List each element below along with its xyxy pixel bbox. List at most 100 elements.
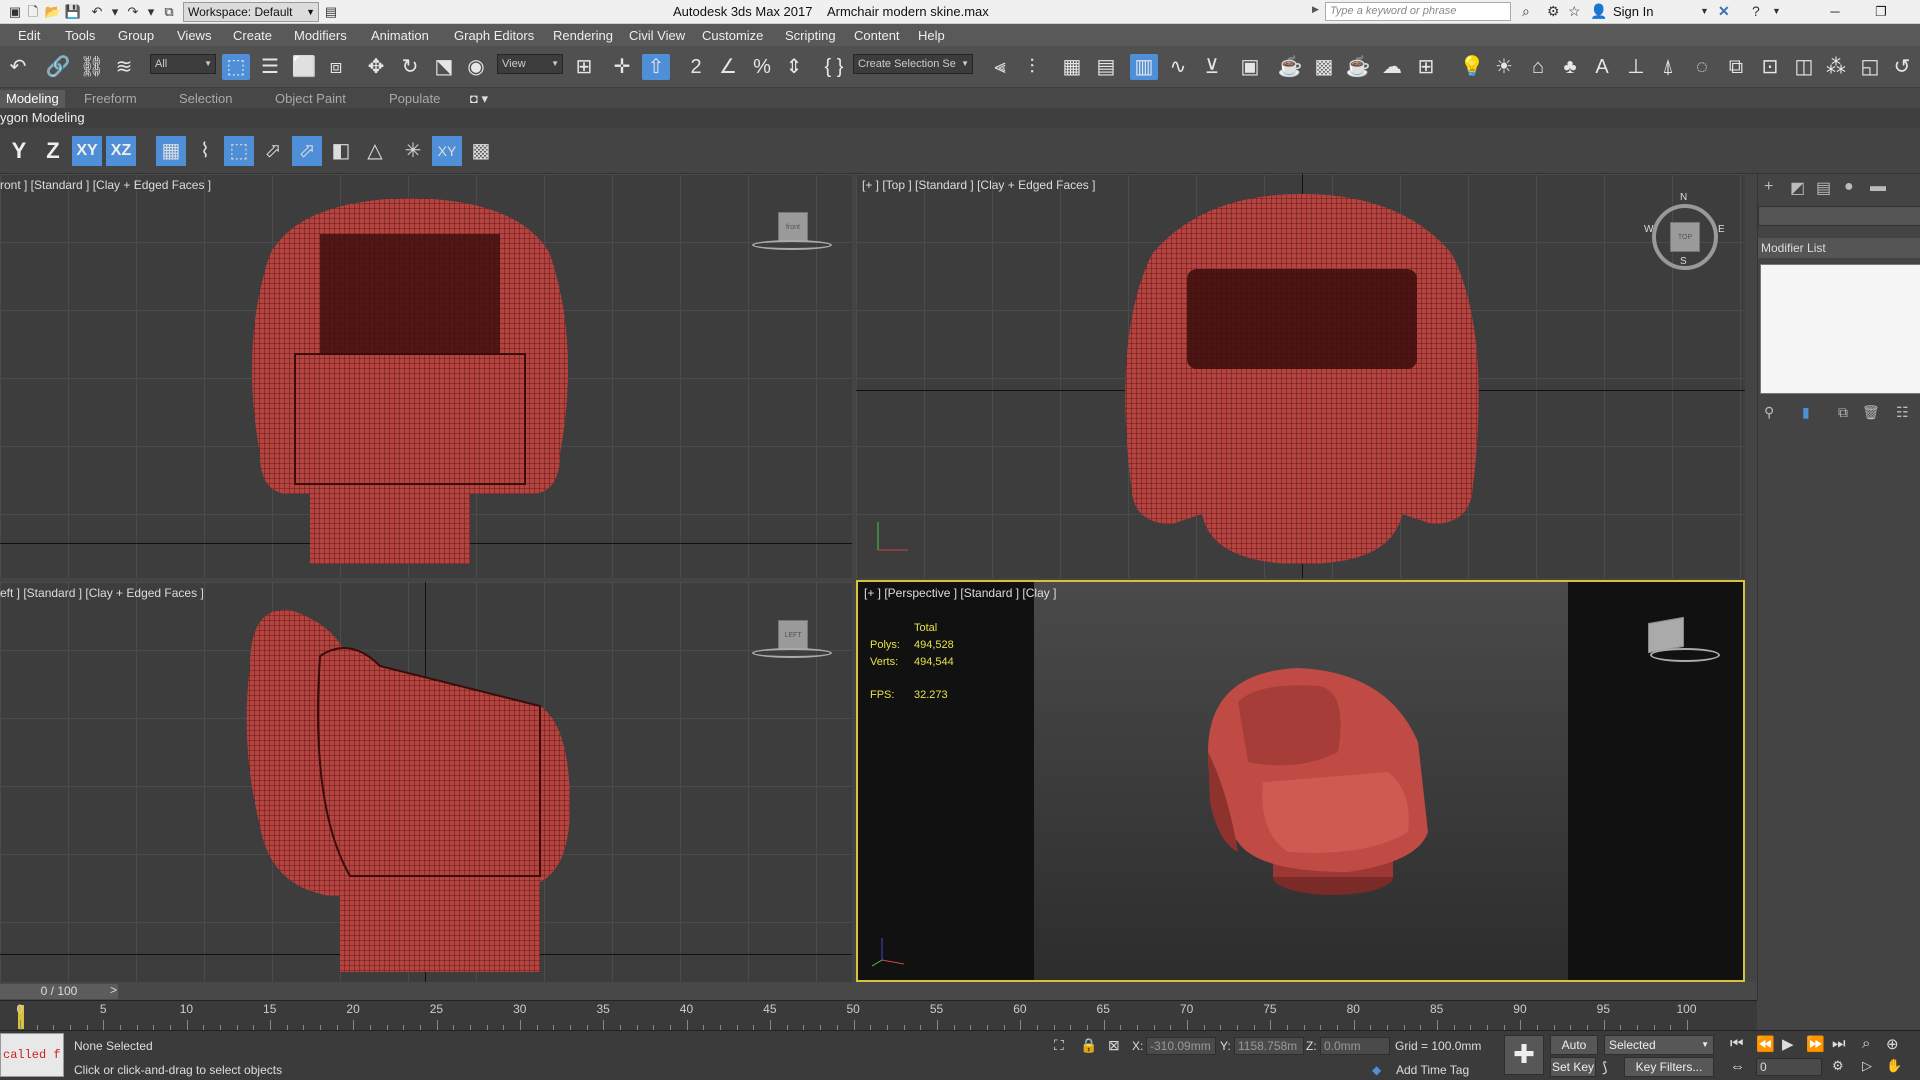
current-frame-field[interactable]: 0: [1756, 1058, 1822, 1076]
tab-freeform[interactable]: Freeform: [84, 90, 137, 108]
subscription-icon[interactable]: ⚙: [1547, 3, 1560, 20]
zoom-all-icon[interactable]: ⊕: [1886, 1035, 1899, 1053]
add-time-tag-button[interactable]: Add Time Tag: [1396, 1063, 1469, 1077]
angle-snap-icon[interactable]: ∠: [714, 54, 742, 80]
render-in-cloud-icon[interactable]: ☁: [1378, 54, 1406, 80]
axis-z-button[interactable]: Z: [38, 136, 68, 166]
select-and-manipulate-icon[interactable]: ✛: [608, 54, 636, 80]
hierarchy-tab-icon[interactable]: ▤: [1816, 178, 1831, 198]
menu-create[interactable]: Create: [233, 28, 272, 43]
viewport-top[interactable]: [+ ] [Top ] [Standard ] [Clay + Edged Fa…: [856, 174, 1745, 578]
named-selection-set-dropdown[interactable]: Create Selection Se ▼: [853, 54, 973, 74]
redo-icon[interactable]: ↷: [124, 3, 142, 20]
time-configuration-icon[interactable]: ⚙: [1832, 1058, 1844, 1074]
z-coordinate-field[interactable]: 0.0mm: [1320, 1037, 1390, 1055]
render-presets-icon[interactable]: ⊞: [1412, 54, 1440, 80]
window-crossing-icon[interactable]: ⧈: [322, 54, 350, 80]
time-slider[interactable]: 0 / 100: [0, 984, 118, 999]
app-menu-icon[interactable]: ▣: [6, 3, 24, 20]
axis-y-button[interactable]: Y: [4, 136, 34, 166]
group-icon[interactable]: ⁂: [1822, 54, 1850, 80]
menu-views[interactable]: Views: [177, 28, 211, 43]
snap-endpoint-icon[interactable]: ◧: [326, 136, 356, 166]
minimize-button[interactable]: ─: [1812, 0, 1858, 24]
render-region-icon[interactable]: ◫: [1790, 54, 1818, 80]
viewcube[interactable]: front: [778, 212, 808, 242]
walk-through-icon[interactable]: ▷: [1862, 1058, 1872, 1074]
toggle-ribbon-icon[interactable]: ▥: [1130, 54, 1158, 80]
modifier-list-dropdown[interactable]: Modifier List: [1758, 238, 1920, 258]
absolute-mode-icon[interactable]: ⊠: [1108, 1037, 1120, 1054]
unlink-icon[interactable]: ⛓: [78, 54, 106, 80]
tab-object-paint[interactable]: Object Paint: [275, 90, 346, 108]
menu-customize[interactable]: Customize: [702, 28, 763, 43]
zoom-icon[interactable]: ⌕: [1862, 1035, 1870, 1052]
chevron-down-icon[interactable]: ▼: [1772, 6, 1781, 16]
remove-modifier-icon[interactable]: 🗑: [1862, 404, 1880, 421]
play-icon[interactable]: ▶: [1782, 1035, 1794, 1053]
key-set-dropdown[interactable]: Selected ▼: [1604, 1035, 1714, 1055]
ribbon-options-icon[interactable]: ◘ ▾: [470, 90, 488, 108]
display-tab-icon[interactable]: ▬: [1870, 178, 1886, 196]
curve-editor-icon[interactable]: ∿: [1164, 54, 1192, 80]
ruler-icon[interactable]: ⊥: [1622, 54, 1650, 80]
edit-named-selection-icon[interactable]: { }: [820, 54, 848, 80]
workspace-dropdown[interactable]: Workspace: Default ▼: [183, 2, 319, 22]
undo-icon[interactable]: ↶: [88, 3, 106, 20]
open-file-icon[interactable]: 📂: [44, 3, 62, 20]
isolate-selection-icon[interactable]: ⛶: [1054, 1037, 1064, 1054]
snap-grid-icon[interactable]: ▦: [156, 136, 186, 166]
viewport-label[interactable]: [+ ] [Top ] [Standard ] [Clay + Edged Fa…: [862, 178, 1095, 192]
next-frame-button[interactable]: >: [110, 983, 117, 997]
y-coordinate-field[interactable]: 1158.758m: [1234, 1037, 1304, 1055]
go-to-end-icon[interactable]: ⏭: [1832, 1035, 1846, 1052]
viewport-icon[interactable]: ⧉: [1722, 54, 1750, 80]
viewcube-ring[interactable]: [752, 240, 832, 250]
viewport-label[interactable]: eft ] [Standard ] [Clay + Edged Faces ]: [0, 586, 204, 600]
rendered-frame-window-icon[interactable]: ▩: [1310, 54, 1338, 80]
maxscript-listener[interactable]: called f: [0, 1033, 64, 1077]
next-frame-icon[interactable]: ⏩: [1806, 1035, 1825, 1053]
select-by-name-icon[interactable]: ☰: [256, 54, 284, 80]
redo-dropdown-icon[interactable]: ▾: [142, 3, 160, 20]
snap-pivot-icon[interactable]: ⌇: [190, 136, 220, 166]
tab-modeling[interactable]: Modeling: [0, 90, 65, 108]
x-coordinate-field[interactable]: -310.09mm: [1146, 1037, 1216, 1055]
exchange-apps-icon[interactable]: ✕: [1718, 3, 1730, 20]
selection-lock-icon[interactable]: 🔒: [1080, 1037, 1097, 1054]
reference-coordinate-dropdown[interactable]: View ▼: [497, 54, 563, 74]
tree-icon[interactable]: ♣: [1556, 54, 1584, 80]
orbit-icon[interactable]: ↺: [1888, 54, 1916, 80]
pan-icon[interactable]: ✋: [1886, 1058, 1902, 1074]
default-in-out-tangents-icon[interactable]: ⟆: [1602, 1059, 1607, 1076]
undo-dropdown-icon[interactable]: ▾: [106, 3, 124, 20]
object-name-field[interactable]: [1758, 206, 1920, 226]
user-icon[interactable]: 👤: [1590, 3, 1607, 20]
project-folder-icon[interactable]: ⧉: [160, 3, 178, 20]
keyboard-shortcut-override-icon[interactable]: ⇧: [642, 54, 670, 80]
menu-scripting[interactable]: Scripting: [785, 28, 836, 43]
pivot-center-icon[interactable]: ⊞: [570, 54, 598, 80]
menu-content[interactable]: Content: [854, 28, 900, 43]
auto-key-button[interactable]: Auto Key: [1550, 1035, 1598, 1070]
restore-button[interactable]: ❐: [1858, 0, 1904, 24]
sun-icon[interactable]: ☀: [1490, 54, 1518, 80]
spinner-snap-icon[interactable]: ⇕: [780, 54, 808, 80]
create-tab-icon[interactable]: +: [1764, 178, 1773, 196]
snap-frozen-icon[interactable]: ▩: [466, 136, 496, 166]
layer-explorer-icon[interactable]: ▤: [1092, 54, 1120, 80]
snap-tangent-icon[interactable]: △: [360, 136, 390, 166]
viewport-left[interactable]: eft ] [Standard ] [Clay + Edged Faces ] …: [0, 582, 852, 982]
align-icon[interactable]: ⫶: [1018, 54, 1046, 80]
favorites-star-icon[interactable]: ☆: [1568, 3, 1581, 20]
menu-graph-editors[interactable]: Graph Editors: [454, 28, 534, 43]
make-unique-icon[interactable]: ⧉: [1838, 404, 1848, 421]
modifier-stack[interactable]: [1760, 264, 1920, 394]
snaps-toggle-icon[interactable]: 2: [682, 54, 710, 80]
sign-in-button[interactable]: Sign In: [1613, 4, 1653, 19]
axis-xy-button[interactable]: XY: [72, 136, 102, 166]
menu-animation[interactable]: Animation: [371, 28, 429, 43]
snap-axis-constraint-icon[interactable]: XY: [432, 136, 462, 166]
mirror-icon[interactable]: ⫷: [986, 54, 1014, 80]
viewport-label[interactable]: ront ] [Standard ] [Clay + Edged Faces ]: [0, 178, 211, 192]
